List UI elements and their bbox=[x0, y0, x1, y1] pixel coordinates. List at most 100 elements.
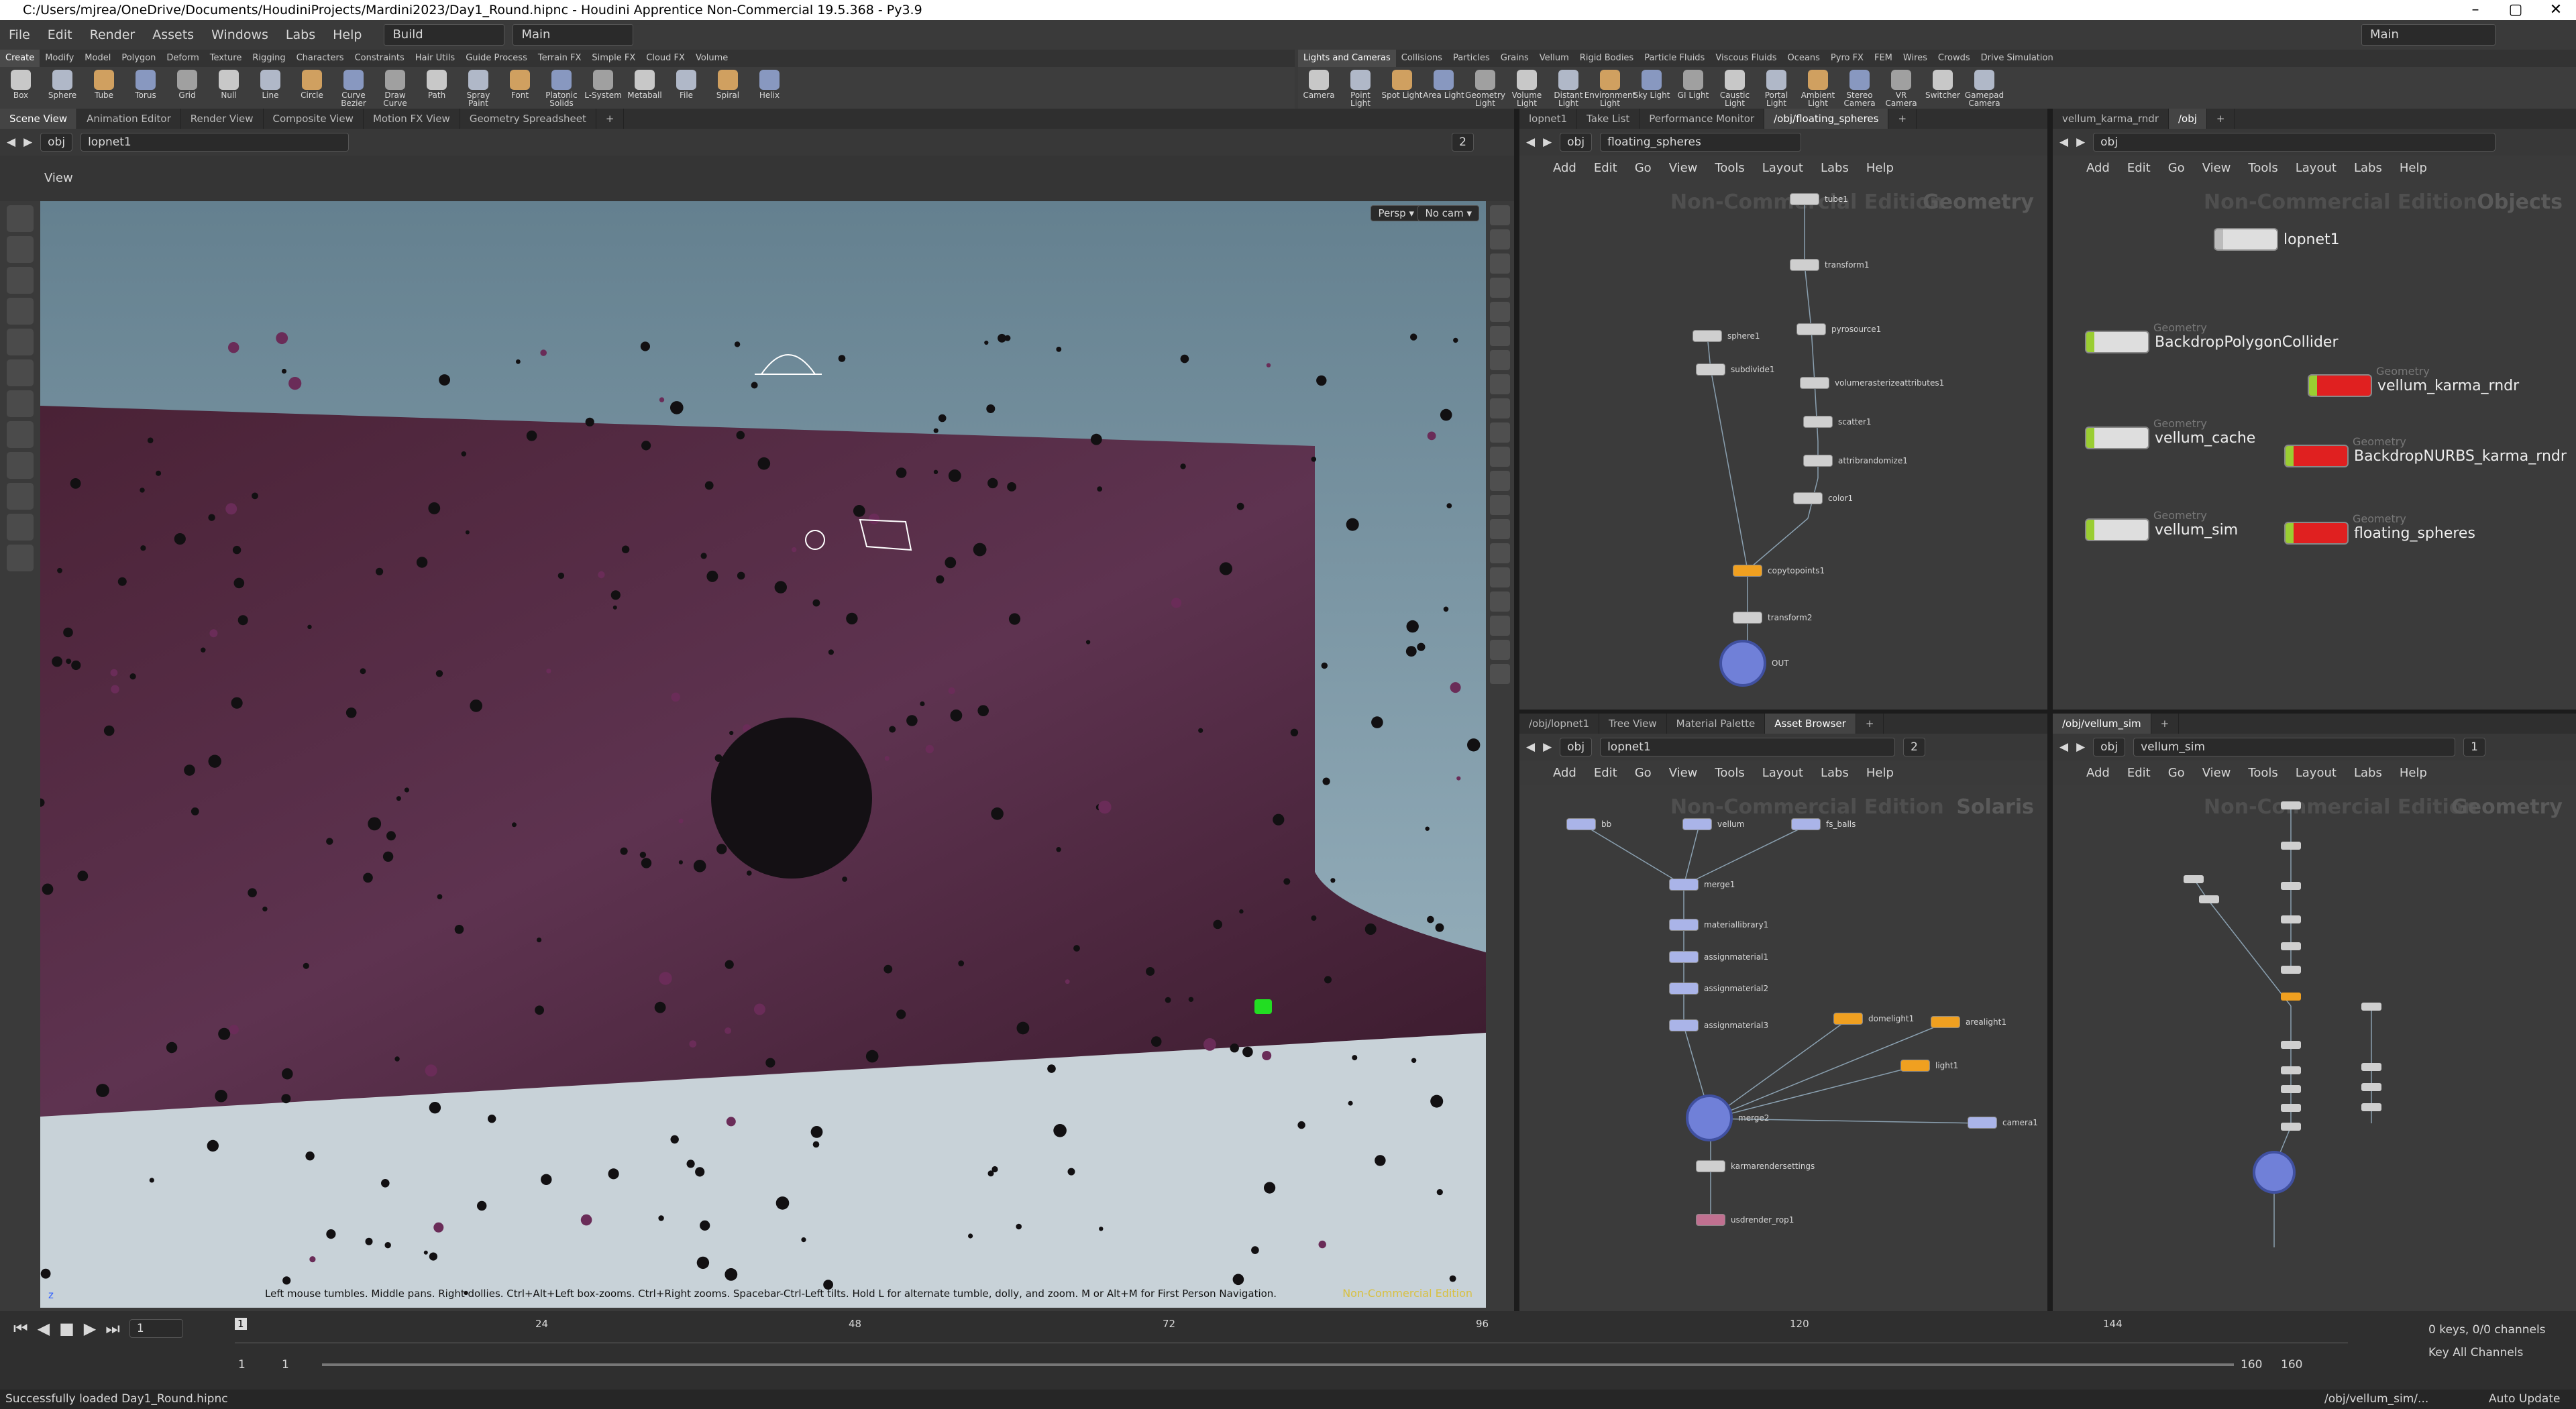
node-color1[interactable]: color1 bbox=[1793, 492, 1853, 504]
current-frame-field[interactable]: 1 bbox=[129, 1319, 183, 1338]
tool-torus[interactable]: Torus bbox=[125, 67, 166, 109]
back-arrow-icon[interactable]: ◀ bbox=[2059, 740, 2068, 754]
tool-grid[interactable]: Grid bbox=[166, 67, 208, 109]
tool-gamepad-camera[interactable]: Gamepad Camera bbox=[1964, 67, 2005, 109]
shelf-tab-grains[interactable]: Grains bbox=[1495, 50, 1534, 67]
node-tube1[interactable]: tube1 bbox=[1790, 193, 1848, 205]
tool-ambient-light[interactable]: Ambient Light bbox=[1797, 67, 1839, 109]
lock-tool-icon[interactable] bbox=[7, 236, 34, 263]
menu-edit[interactable]: Edit bbox=[1594, 766, 1617, 780]
translate-tool-icon[interactable] bbox=[7, 421, 34, 448]
path-node[interactable]: lopnet1 bbox=[1600, 738, 1896, 756]
node-fs-balls[interactable]: fs_balls bbox=[1791, 818, 1856, 830]
shelf-tab-pyro-fx[interactable]: Pyro FX bbox=[1825, 50, 1869, 67]
tool-helix[interactable]: Helix bbox=[749, 67, 790, 109]
status-path[interactable]: /obj/vellum_sim/... bbox=[2324, 1390, 2428, 1409]
start-frame[interactable]: 1 bbox=[238, 1358, 246, 1371]
add-tab-icon[interactable]: + bbox=[1888, 109, 1917, 129]
tool-null[interactable]: Null bbox=[208, 67, 250, 109]
tab-obj-vellum-sim[interactable]: /obj/vellum_sim bbox=[2053, 714, 2151, 734]
vertical-splitter[interactable] bbox=[1514, 109, 1519, 1311]
display-option-icon[interactable] bbox=[1490, 664, 1510, 684]
scene-viewport[interactable]: Persp ▾ No cam ▾ Left mouse tumbles. Mid… bbox=[40, 201, 1486, 1308]
object-floating-spheres[interactable]: Geometry floating_spheres bbox=[2284, 512, 2475, 545]
display-option-icon[interactable] bbox=[1490, 543, 1510, 563]
menu-edit[interactable]: Edit bbox=[2127, 766, 2151, 780]
object-backdroppolygoncollider[interactable]: Geometry BackdropPolygonCollider bbox=[2085, 321, 2339, 353]
shelf-tab-guide-process[interactable]: Guide Process bbox=[460, 50, 533, 67]
tool-spot-light[interactable]: Spot Light bbox=[1381, 67, 1423, 109]
menu-labs[interactable]: Labs bbox=[2354, 766, 2382, 780]
menu-labs[interactable]: Labs bbox=[2354, 161, 2382, 175]
tool-circle[interactable]: Circle bbox=[291, 67, 333, 109]
shelf-tab-particles[interactable]: Particles bbox=[1448, 50, 1495, 67]
tab-take-list[interactable]: Take List bbox=[1577, 109, 1640, 129]
camera-dropdown[interactable]: No cam ▾ bbox=[1417, 205, 1479, 221]
menu-help[interactable]: Help bbox=[2400, 766, 2427, 780]
tool-line[interactable]: Line bbox=[250, 67, 291, 109]
forward-arrow-icon[interactable]: ▶ bbox=[23, 135, 32, 149]
tool-camera[interactable]: Camera bbox=[1298, 67, 1340, 109]
handle-tool-icon[interactable] bbox=[7, 329, 34, 355]
node-arealight1[interactable]: arealight1 bbox=[1931, 1016, 2006, 1028]
menu-help[interactable]: Help bbox=[1866, 766, 1894, 780]
close-button[interactable]: ✕ bbox=[2536, 0, 2576, 20]
tool-draw-curve[interactable]: Draw Curve bbox=[374, 67, 416, 109]
tab-asset-browser[interactable]: Asset Browser bbox=[1765, 714, 1856, 734]
menu-render[interactable]: Render bbox=[81, 27, 144, 42]
display-option-icon[interactable] bbox=[1490, 591, 1510, 612]
display-option-icon[interactable] bbox=[1490, 616, 1510, 636]
tool-box[interactable]: Box bbox=[0, 67, 42, 109]
display-option-icon[interactable] bbox=[1490, 374, 1510, 394]
shelf-tab-hair-utils[interactable]: Hair Utils bbox=[410, 50, 460, 67]
shelf-tab-terrain-fx[interactable]: Terrain FX bbox=[533, 50, 587, 67]
menu-windows[interactable]: Windows bbox=[203, 27, 277, 42]
shelf-tab-volume[interactable]: Volume bbox=[690, 50, 733, 67]
shelf-tab-deform[interactable]: Deform bbox=[161, 50, 204, 67]
menu-help[interactable]: Help bbox=[2400, 161, 2427, 175]
menu-tools[interactable]: Tools bbox=[2248, 161, 2277, 175]
tumble-tool-icon[interactable] bbox=[7, 514, 34, 541]
path-node[interactable]: floating_spheres bbox=[1600, 133, 1802, 152]
node-scatter1[interactable]: scatter1 bbox=[1803, 416, 1872, 428]
menu-labs[interactable]: Labs bbox=[1821, 161, 1849, 175]
tool-platonic-solids[interactable]: Platonic Solids bbox=[541, 67, 582, 109]
range-slider[interactable] bbox=[322, 1363, 2234, 1366]
forward-arrow-icon[interactable]: ▶ bbox=[2076, 740, 2085, 754]
shelf-tab-model[interactable]: Model bbox=[79, 50, 116, 67]
tab-obj-floating-spheres[interactable]: /obj/floating_spheres bbox=[1764, 109, 1889, 129]
tool-sphere[interactable]: Sphere bbox=[42, 67, 83, 109]
node-assignmaterial1[interactable]: assignmaterial1 bbox=[1669, 951, 1768, 963]
maximize-button[interactable]: ▢ bbox=[2496, 0, 2536, 20]
menu-go[interactable]: Go bbox=[2168, 161, 2185, 175]
object-backdropnurbs-karma-rndr[interactable]: Geometry BackdropNURBS_karma_rndr bbox=[2284, 435, 2567, 467]
tab-scene-view[interactable]: Scene View bbox=[0, 109, 78, 129]
node-merge2[interactable]: merge2 bbox=[1686, 1094, 1769, 1141]
shelf-tab-collisions[interactable]: Collisions bbox=[1396, 50, 1448, 67]
back-arrow-icon[interactable]: ◀ bbox=[7, 135, 15, 149]
shelf-tab-lights-and-cameras[interactable]: Lights and Cameras bbox=[1298, 50, 1396, 67]
shelf-tab-fem[interactable]: FEM bbox=[1869, 50, 1898, 67]
display-option-icon[interactable] bbox=[1490, 350, 1510, 370]
desktop-right-dropdown[interactable]: Main bbox=[2361, 24, 2496, 46]
back-arrow-icon[interactable]: ◀ bbox=[1526, 740, 1535, 754]
display-option-icon[interactable] bbox=[1490, 422, 1510, 443]
path-obj[interactable]: obj bbox=[2093, 738, 2126, 756]
end-frame[interactable]: 160 bbox=[2241, 1358, 2262, 1371]
node-network-graph[interactable] bbox=[2053, 785, 2576, 1311]
camera-tool-icon[interactable] bbox=[7, 545, 34, 571]
menu-edit[interactable]: Edit bbox=[39, 27, 81, 42]
display-option-icon[interactable] bbox=[1490, 278, 1510, 298]
add-tab-icon[interactable]: + bbox=[1856, 714, 1884, 734]
tab-animation-editor[interactable]: Animation Editor bbox=[77, 109, 181, 129]
shelf-tab-wires[interactable]: Wires bbox=[1898, 50, 1933, 67]
shelf-tab-particle-fluids[interactable]: Particle Fluids bbox=[1639, 50, 1710, 67]
tool-font[interactable]: Font bbox=[499, 67, 541, 109]
shelf-tab-vellum[interactable]: Vellum bbox=[1534, 50, 1574, 67]
pane-count[interactable]: 2 bbox=[1452, 133, 1474, 152]
shelf-tab-create[interactable]: Create bbox=[0, 50, 40, 67]
add-tab-icon[interactable]: + bbox=[2207, 109, 2235, 129]
menu-edit[interactable]: Edit bbox=[2127, 161, 2151, 175]
menu-go[interactable]: Go bbox=[1635, 161, 1652, 175]
path-obj[interactable]: obj bbox=[40, 133, 73, 152]
